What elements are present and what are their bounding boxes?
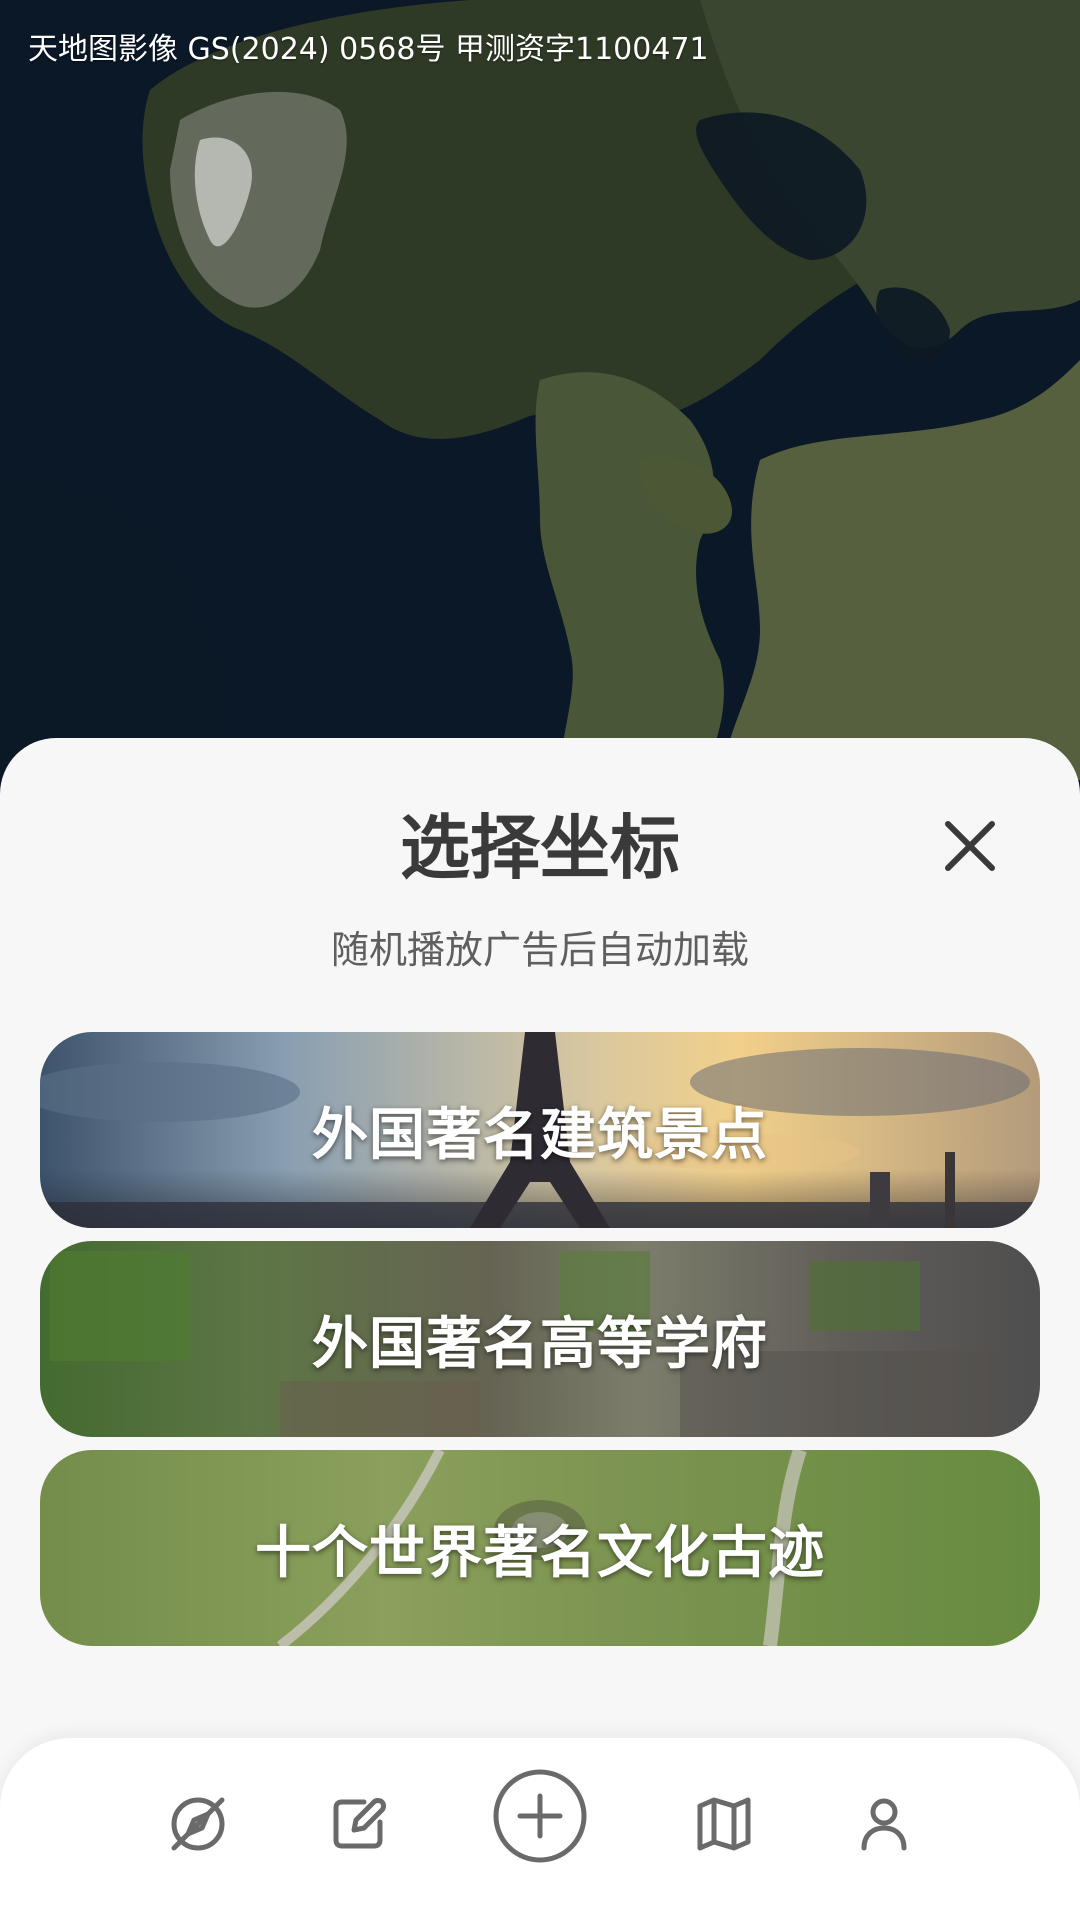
add-circle-icon	[493, 1769, 587, 1863]
card-foreign-landmarks[interactable]: 外国著名建筑景点	[40, 1032, 1040, 1228]
sheet-title: 选择坐标	[400, 807, 680, 889]
card-label: 十个世界著名文化古迹	[255, 1520, 825, 1586]
card-label: 外国著名建筑景点	[312, 1102, 768, 1168]
close-button[interactable]	[930, 806, 1010, 886]
card-foreign-universities[interactable]: 外国著名高等学府	[40, 1241, 1040, 1437]
close-icon	[945, 821, 995, 871]
sheet-subtitle: 随机播放广告后自动加载	[330, 928, 749, 972]
edit-icon	[333, 1798, 386, 1849]
user-icon	[861, 1798, 907, 1851]
nav-compass-off[interactable]	[148, 1774, 248, 1874]
map-icon	[697, 1797, 751, 1851]
card-cultural-heritage[interactable]: 十个世界著名文化古迹	[40, 1450, 1040, 1646]
card-label: 外国著名高等学府	[312, 1311, 768, 1377]
map-credit: 天地图影像 GS(2024) 0568号 甲测资字1100471	[28, 32, 709, 67]
satellite-imagery	[0, 0, 1080, 780]
nav-add[interactable]	[488, 1764, 592, 1868]
nav-edit[interactable]	[308, 1774, 408, 1874]
bottom-navigation	[0, 1738, 1080, 1920]
nav-profile[interactable]	[834, 1774, 934, 1874]
map-view[interactable]: 天地图影像 GS(2024) 0568号 甲测资字1100471	[0, 0, 1080, 780]
compass-off-icon	[171, 1797, 225, 1851]
nav-map[interactable]	[674, 1774, 774, 1874]
